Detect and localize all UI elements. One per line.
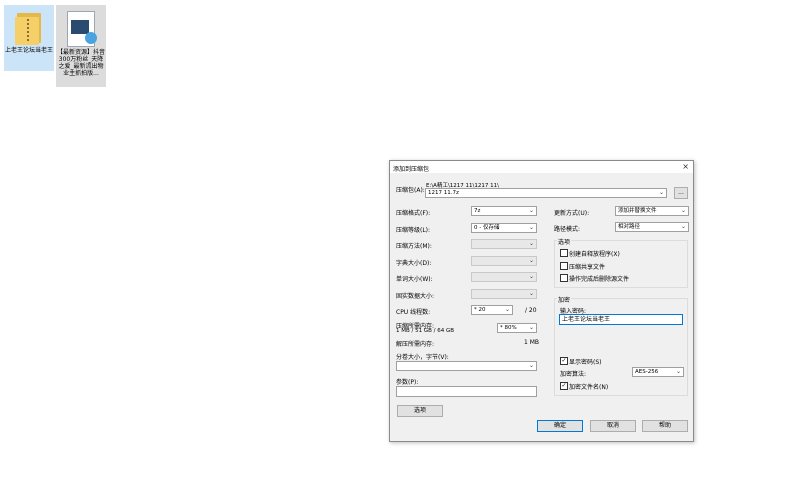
cpu-threads-label: CPU 线程数: [396,309,431,316]
show-password-checkbox[interactable]: ✓ [560,357,568,365]
dialog-title: 添加到压缩包 [393,166,430,173]
chevron-down-icon: ⌄ [675,368,681,375]
dictionary-label: 字典大小(D): [396,260,432,267]
help-button[interactable]: 帮助 [642,420,688,432]
path-mode-label: 路径模式: [554,226,581,233]
cpu-threads-value: * 20 [474,307,486,313]
parameters-label: 参数(P): [396,379,419,386]
compress-shared-label: 压缩共享文件 [569,264,606,271]
encryption-method-dropdown[interactable]: AES-256 ⌄ [632,367,684,377]
desktop-icon-label: 【最新资源】抖音300万粉丝_天降之爱_最新流出物业主抓拍版... [57,49,106,77]
encryption-group-title: 加密 [557,295,572,304]
chevron-down-icon: ⌄ [528,290,534,297]
media-file-icon [67,11,97,47]
compress-shared-checkbox[interactable] [560,262,568,270]
cpu-threads-dropdown[interactable]: * 20 ⌄ [471,305,513,315]
chevron-down-icon: ⌄ [528,362,534,369]
create-sfx-label: 创建自释放程序(X) [569,251,620,258]
encryption-method-value: AES-256 [635,369,659,375]
memory-detail: 1 MB / 51 GB / 64 GB [396,328,455,334]
split-size-label: 分卷大小，字节(V): [396,354,449,361]
chevron-down-icon: ⌄ [680,223,686,230]
show-password-label: 显示密码(S) [569,359,602,366]
options-group-title: 选项 [557,237,572,246]
split-size-combobox[interactable]: ⌄ [396,361,537,371]
chevron-down-icon: ⌄ [680,207,686,214]
update-mode-dropdown[interactable]: 添加并替换文件 ⌄ [615,206,689,216]
chevron-down-icon: ⌄ [528,273,534,280]
ok-button[interactable]: 确定 [537,420,583,432]
memory-usage-value: * 80% [500,325,517,331]
encryption-method-label: 加密算法: [560,371,587,378]
chevron-down-icon: ⌄ [528,224,534,231]
archive-name-value: 1217 11.7z [428,190,459,196]
dictionary-dropdown: ⌄ [471,256,537,266]
decompress-memory-value: 1 MB [524,339,540,346]
browse-button[interactable]: ... [674,187,688,199]
memory-usage-dropdown[interactable]: * 80% ⌄ [497,323,537,333]
solid-size-dropdown: ⌄ [471,289,537,299]
create-sfx-checkbox[interactable] [560,249,568,257]
desktop-folder-icon[interactable]: 上老王论坛当老王 [4,5,54,71]
close-button[interactable]: × [682,162,689,171]
path-mode-dropdown[interactable]: 相对路径 ⌄ [615,222,689,232]
options-button[interactable]: 选项 [397,405,443,417]
level-label: 压缩等级(L): [396,227,431,234]
archive-name-combobox[interactable]: 1217 11.7z ⌄ [425,188,667,198]
chevron-down-icon: ⌄ [658,189,664,196]
decompress-memory-label: 解压所需内存: [396,341,435,348]
delete-after-label: 操作完成后删除源文件 [569,276,630,283]
cpu-threads-max: / 20 [525,307,537,314]
parameters-input[interactable] [396,386,537,397]
update-mode-value: 添加并替换文件 [618,208,657,214]
password-input[interactable]: 上老王论坛当老王 [559,314,683,325]
solid-size-label: 固实数据大小: [396,293,435,300]
update-mode-label: 更新方式(U): [554,210,590,217]
level-value: 0 - 仅存储 [474,225,500,231]
word-size-label: 单词大小(W): [396,276,433,283]
format-label: 压缩格式(F): [396,210,431,217]
level-dropdown[interactable]: 0 - 仅存储 ⌄ [471,223,537,233]
method-dropdown: ⌄ [471,239,537,249]
add-to-archive-dialog: 添加到压缩包 × 压缩包(A): E:\A精工\1217 11\1217 11\… [389,160,694,442]
chevron-down-icon: ⌄ [528,240,534,247]
desktop-media-file-icon[interactable]: 【最新资源】抖音300万粉丝_天降之爱_最新流出物业主抓拍版... [56,5,106,87]
encrypt-filenames-checkbox[interactable]: ✓ [560,382,568,390]
chevron-down-icon: ⌄ [504,306,510,313]
cancel-button[interactable]: 取消 [590,420,636,432]
desktop-icon-label: 上老王论坛当老王 [5,47,54,54]
word-size-dropdown: ⌄ [471,272,537,282]
chevron-down-icon: ⌄ [528,257,534,264]
delete-after-checkbox[interactable] [560,274,568,282]
path-mode-value: 相对路径 [618,224,641,230]
dialog-titlebar: 添加到压缩包 × [390,161,693,173]
encrypt-filenames-label: 加密文件名(N) [569,384,609,391]
format-value: 7z [474,208,481,214]
chevron-down-icon: ⌄ [528,207,534,214]
chevron-down-icon: ⌄ [528,324,534,331]
format-dropdown[interactable]: 7z ⌄ [471,206,537,216]
archive-label: 压缩包(A): [396,187,425,194]
method-label: 压缩方法(M): [396,243,432,250]
folder-icon [15,11,43,45]
